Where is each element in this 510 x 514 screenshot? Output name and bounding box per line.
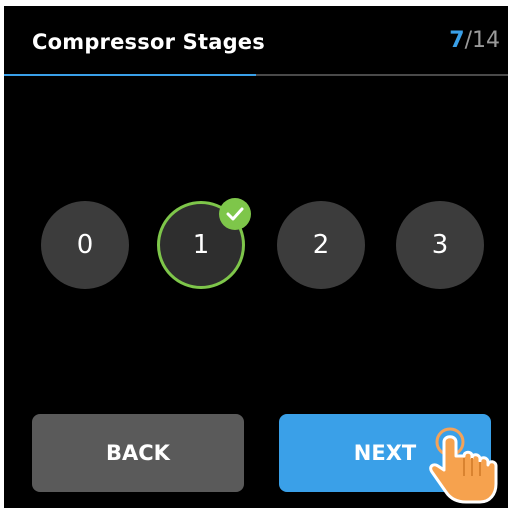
stage-option-label: 0	[76, 230, 94, 260]
step-total: /14	[464, 28, 500, 53]
page-title: Compressor Stages	[32, 30, 265, 54]
stage-option-0[interactable]: 0	[41, 201, 129, 289]
back-button-label: BACK	[106, 441, 170, 465]
stage-option-label: 1	[192, 230, 210, 260]
stage-option-label: 2	[312, 230, 330, 260]
hand-pointer-icon	[429, 427, 498, 504]
progress-bar	[4, 74, 508, 76]
back-button[interactable]: BACK	[32, 414, 244, 492]
stage-options: 0 1 2 3	[4, 198, 508, 301]
step-counter: 7/14	[449, 28, 500, 53]
checkmark-icon	[219, 198, 251, 230]
header: Compressor Stages 7/14	[4, 6, 508, 76]
stage-option-3[interactable]: 3	[396, 201, 484, 289]
stage-option-2[interactable]: 2	[277, 201, 365, 289]
next-button-label: NEXT	[353, 441, 417, 465]
progress-fill	[4, 74, 256, 76]
step-current: 7	[449, 28, 465, 53]
thermostat-screen: Compressor Stages 7/14 0 1 2 3 BACK NEXT	[4, 6, 508, 508]
stage-option-1[interactable]: 1	[157, 198, 251, 289]
stage-option-label: 3	[431, 230, 449, 260]
